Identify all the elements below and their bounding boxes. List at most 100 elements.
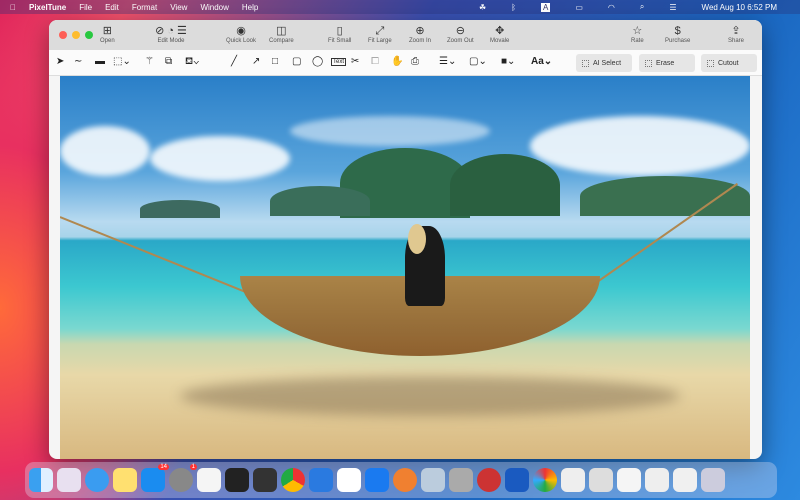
dock-window-thumb[interactable]: [589, 468, 613, 492]
dock-system-settings[interactable]: 1: [169, 464, 197, 492]
marquee-select-icon[interactable]: ⬚⌄: [113, 56, 131, 67]
apple-icon[interactable]: : [10, 3, 16, 12]
text-tool[interactable]: Text: [331, 58, 347, 66]
dock-notes[interactable]: [113, 468, 137, 492]
fit-small-icon: ▯: [336, 25, 343, 37]
dock-xcode[interactable]: [309, 468, 333, 492]
dock-trash[interactable]: [701, 468, 725, 492]
zoom-out-button[interactable]: ⊖ Zoom Out: [447, 24, 474, 44]
share-button[interactable]: ⇪ Share: [728, 24, 744, 44]
dock-app[interactable]: [533, 468, 557, 492]
magic-wand-icon[interactable]: ⚚: [145, 56, 154, 67]
badge: 1: [189, 464, 197, 470]
image-canvas[interactable]: [60, 76, 750, 459]
crop-tool-icon[interactable]: ✂: [351, 56, 359, 67]
dock-window-thumb[interactable]: [673, 468, 697, 492]
quick-look-button[interactable]: ◉ Quick Look: [226, 24, 256, 44]
eye-icon: ◉: [236, 25, 246, 37]
stroke-color-select[interactable]: ▢⌄: [469, 56, 487, 67]
fill-color-select[interactable]: ■⌄: [501, 56, 515, 67]
rate-button[interactable]: ☆ Rate: [631, 24, 644, 44]
erase-button[interactable]: Erase: [639, 54, 695, 72]
selection-icon: [645, 59, 652, 67]
zoom-in-icon: ⊕: [415, 25, 425, 37]
ellipse-icon[interactable]: ◯: [312, 56, 323, 67]
menu-format[interactable]: Format: [132, 3, 157, 12]
dock-finder[interactable]: [29, 468, 53, 492]
compare-icon: ◫: [276, 25, 287, 37]
dock-terminal[interactable]: [225, 468, 249, 492]
dock-app[interactable]: [477, 468, 501, 492]
close-button[interactable]: [59, 31, 67, 39]
line-icon[interactable]: ╱: [231, 56, 237, 67]
menu-app[interactable]: PixelTune: [29, 3, 66, 12]
main-toolbar: ⊞ Open ⊘ ◔ ☰ Edit Mode ◉ Quick Look ◫ Compar…: [49, 20, 762, 50]
purchase-button[interactable]: $ Purchase: [665, 24, 690, 44]
dock-preview[interactable]: [421, 468, 445, 492]
star-icon: ☆: [632, 25, 643, 37]
menu-help[interactable]: Help: [242, 3, 258, 12]
menu-window[interactable]: Window: [200, 3, 228, 12]
arrow-icon[interactable]: ↗: [252, 56, 260, 67]
badge: 14: [158, 464, 169, 470]
fit-large-icon: ⤢: [375, 25, 385, 37]
coins-icon: $: [674, 25, 681, 37]
dock-blender[interactable]: [393, 468, 417, 492]
dock-wd[interactable]: [505, 468, 529, 492]
input-source-icon[interactable]: A: [540, 2, 551, 12]
dock-window-thumb[interactable]: [617, 468, 641, 492]
dock: 14 1: [25, 462, 777, 498]
cutout-button[interactable]: Cutout: [701, 54, 757, 72]
font-select[interactable]: Aa⌄: [531, 56, 552, 67]
compare-button[interactable]: ◫ Compare: [269, 24, 294, 44]
app-window: ⊞ Open ⊘ ◔ ☰ Edit Mode ◉ Quick Look ◫ Compar…: [49, 20, 762, 459]
clock[interactable]: Wed Aug 10 6:52 PM: [702, 3, 777, 12]
control-center-icon[interactable]: ☰: [669, 3, 676, 12]
freehand-icon[interactable]: ∼: [74, 56, 82, 67]
brush-icon[interactable]: ▬: [95, 56, 105, 67]
menu-view[interactable]: View: [170, 3, 187, 12]
dock-disk-utility[interactable]: [449, 468, 473, 492]
open-button[interactable]: ⊞ Open: [100, 24, 115, 44]
ai-select-button[interactable]: AI Select: [576, 54, 632, 72]
creative-cloud-icon[interactable]: ☘: [479, 3, 486, 12]
dock-console[interactable]: [253, 468, 277, 492]
stroke-width-select[interactable]: ☰⌄: [439, 56, 456, 67]
dock-safari[interactable]: [85, 468, 109, 492]
dock-chrome[interactable]: [281, 468, 305, 492]
fit-small-button[interactable]: ▯ Fit Small: [328, 24, 351, 44]
zoom-button[interactable]: [85, 31, 93, 39]
menu-file[interactable]: File: [79, 3, 92, 12]
menu-edit[interactable]: Edit: [105, 3, 119, 12]
dock-launchpad[interactable]: [57, 468, 81, 492]
rounded-rect-icon[interactable]: ▢: [292, 56, 301, 67]
zoom-in-button[interactable]: ⊕ Zoom In: [409, 24, 431, 44]
fit-large-button[interactable]: ⤢ Fit Large: [368, 24, 392, 44]
bluetooth-icon[interactable]: ᛒ: [511, 3, 516, 12]
selection-icon: [707, 59, 714, 67]
rectangle-icon[interactable]: □: [272, 56, 278, 67]
edit-mode-button[interactable]: ⊘ ◔ ☰ Edit Mode: [145, 24, 197, 44]
clone-icon[interactable]: ⧠: [371, 56, 379, 67]
dock-window-thumb[interactable]: [645, 468, 669, 492]
search-icon[interactable]: ⌕: [640, 2, 644, 12]
dock-app[interactable]: [365, 468, 389, 492]
zoom-out-icon: ⊖: [455, 25, 465, 37]
battery-icon[interactable]: ▭: [575, 3, 583, 12]
pointer-icon[interactable]: ➤: [56, 56, 64, 67]
shapes-icon[interactable]: ⧉: [165, 56, 172, 67]
wifi-icon[interactable]: ◠: [608, 3, 615, 12]
tools-bar: ➤ ∼ ▬ ⬚⌄ ⚚ ⧉ ⛾⌄ ╱ ↗ □ ▢ ◯ Text ✂ ⧠ ✋ ⎙ ☰…: [49, 50, 762, 76]
dock-textedit[interactable]: [197, 468, 221, 492]
minimize-button[interactable]: [72, 31, 80, 39]
hand-icon[interactable]: ✋: [391, 56, 403, 67]
stamp-icon[interactable]: ⎙: [411, 56, 419, 67]
paint-bucket-icon[interactable]: ⛾⌄: [185, 56, 199, 69]
dock-window-thumb[interactable]: [561, 468, 585, 492]
move-icon: ✥: [495, 25, 505, 37]
movable-button[interactable]: ✥ Movale: [490, 24, 509, 44]
share-icon: ⇪: [731, 25, 741, 37]
dock-app[interactable]: [337, 468, 361, 492]
menu-bar:  PixelTune File Edit Format View Window…: [0, 0, 800, 14]
dock-app-store[interactable]: 14: [141, 464, 169, 492]
